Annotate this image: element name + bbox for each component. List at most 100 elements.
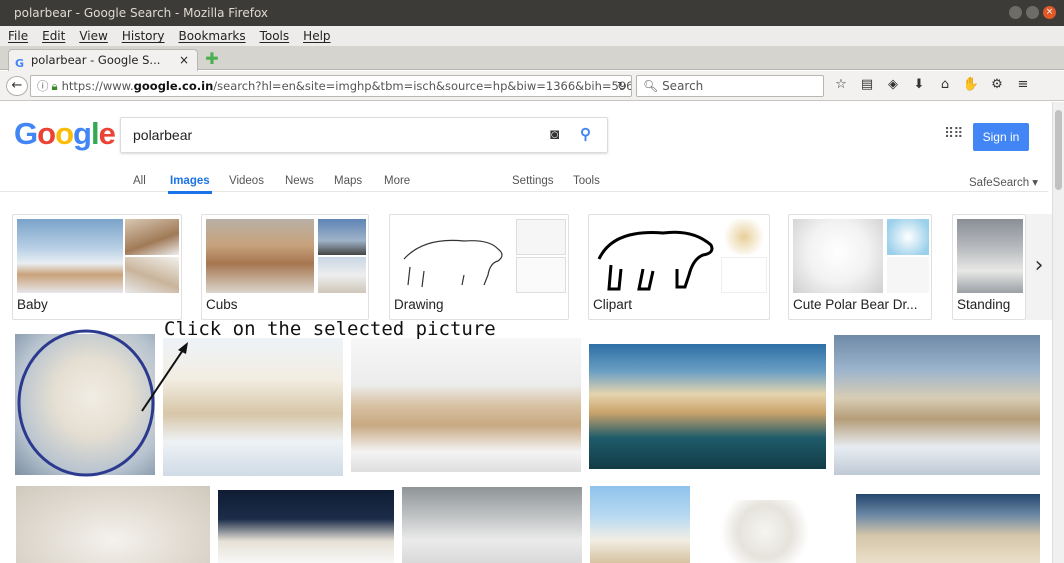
related-chip-drawing[interactable]: Drawing [389, 214, 569, 320]
tab-close-icon[interactable]: × [179, 50, 189, 70]
image-result[interactable] [351, 338, 581, 472]
menu-bookmarks[interactable]: Bookmarks [179, 29, 246, 43]
image-result[interactable] [16, 486, 210, 563]
image-result[interactable] [218, 490, 394, 563]
info-icon[interactable]: ⓘ [37, 79, 49, 93]
tab-tools[interactable]: Tools [573, 175, 600, 187]
logo-letter: o [37, 116, 56, 151]
tab-news[interactable]: News [285, 175, 314, 187]
logo-letter: g [73, 116, 92, 151]
tab-more[interactable]: More [384, 175, 410, 187]
new-tab-icon[interactable]: ✚ [204, 51, 220, 67]
tab-strip: G polarbear - Google S... × ✚ [0, 46, 1064, 71]
chip-thumbnail [793, 219, 883, 293]
related-chip-clipart[interactable]: Clipart [588, 214, 770, 320]
url-path: /search?hl=en&site=imghp&tbm=isch&source… [213, 79, 632, 93]
query-text: polarbear [133, 127, 193, 143]
url-bar[interactable]: ⓘ 🔒︎ https://www.google.co.in/search?hl=en… [30, 75, 632, 97]
menu-view[interactable]: View [79, 29, 107, 43]
annotation-text: Click on the selected picture [164, 318, 496, 340]
tab-maps[interactable]: Maps [334, 175, 362, 187]
chips-next-arrow-icon[interactable]: › [1026, 214, 1052, 320]
bear-clipart-icon [597, 230, 714, 291]
minimize-button[interactable] [1009, 6, 1022, 19]
image-result[interactable] [589, 344, 826, 469]
lock-icon: 🔒︎ [51, 79, 58, 93]
maximize-button[interactable] [1026, 6, 1039, 19]
chip-thumbnail [957, 219, 1023, 293]
sign-in-button[interactable]: Sign in [973, 123, 1029, 151]
home-icon[interactable]: ⌂ [936, 77, 954, 92]
downloads-icon[interactable]: ⬇ [910, 77, 928, 92]
scrollbar-thumb[interactable] [1055, 110, 1062, 190]
browser-window: { "window": { "title": "polarbear - Goog… [0, 0, 1064, 563]
window-title: polarbear - Google Search - Mozilla Fire… [14, 6, 269, 20]
camera-icon[interactable]: ◙ [550, 118, 559, 152]
menu-file[interactable]: File [8, 29, 28, 43]
chip-label: Baby [17, 297, 48, 312]
reload-icon[interactable]: ↻ [617, 76, 627, 96]
menu-bar: File Edit View History Bookmarks Tools H… [0, 26, 1064, 46]
chip-label: Cubs [206, 297, 238, 312]
logo-letter: e [98, 116, 116, 151]
image-result[interactable] [402, 487, 582, 563]
extension-icon[interactable]: ✋ [962, 77, 980, 92]
google-logo[interactable]: Google [14, 116, 116, 152]
related-chip-cute-polar-bear[interactable]: Cute Polar Bear Dr... [788, 214, 932, 320]
browser-search-input[interactable]: 🔍︎ Search [636, 75, 824, 97]
bookmark-star-icon[interactable]: ☆ [832, 77, 850, 92]
chip-thumbnail [516, 257, 566, 293]
logo-letter: l [90, 116, 100, 151]
tab-settings[interactable]: Settings [512, 175, 554, 187]
bear-sketch-icon [403, 239, 503, 288]
chip-label: Clipart [593, 297, 633, 312]
hamburger-menu-icon[interactable]: ≡ [1014, 77, 1032, 92]
browser-tab[interactable]: G polarbear - Google S... × [8, 49, 198, 71]
image-result[interactable] [163, 338, 343, 476]
window-close-button[interactable]: × [1043, 6, 1056, 19]
image-result[interactable] [15, 334, 155, 475]
image-result[interactable] [590, 486, 690, 563]
related-chip-cubs[interactable]: Cubs [201, 214, 369, 320]
chip-label: Standing [957, 297, 1011, 312]
chip-thumbnail [17, 219, 123, 293]
google-search-input[interactable]: polarbear ◙ ⚲ [120, 117, 608, 153]
reading-list-icon[interactable]: ▤ [858, 77, 876, 92]
image-result[interactable] [834, 335, 1040, 475]
chip-thumbnail [318, 257, 366, 293]
menu-edit[interactable]: Edit [42, 29, 65, 43]
tab-images[interactable]: Images [168, 175, 212, 194]
pocket-icon[interactable]: ◈ [884, 77, 902, 92]
related-chip-baby[interactable]: Baby [12, 214, 182, 320]
chip-thumbnail [206, 219, 314, 293]
url-prefix: https://www. [61, 79, 134, 93]
menu-help[interactable]: Help [303, 29, 330, 43]
chip-thumbnail [887, 219, 929, 255]
image-result[interactable] [856, 494, 1040, 563]
chip-label: Cute Polar Bear Dr... [793, 297, 918, 312]
chip-thumbnail [318, 219, 366, 255]
addon-icon[interactable]: ⚙ [988, 77, 1006, 92]
apps-grid-icon[interactable]: ⠿⠿ [944, 126, 963, 142]
image-result[interactable] [715, 500, 815, 563]
related-chip-standing[interactable]: Standing [952, 214, 1026, 320]
chip-thumbnail [593, 219, 717, 293]
search-tabs: All Images Videos News Maps More Setting… [0, 164, 1048, 194]
window-titlebar: polarbear - Google Search - Mozilla Fire… [0, 0, 1064, 26]
chip-thumbnail [721, 219, 767, 255]
page-scrollbar[interactable] [1052, 102, 1064, 563]
search-button-icon[interactable]: ⚲ [580, 118, 591, 152]
menu-tools[interactable]: Tools [260, 29, 290, 43]
tab-title: polarbear - Google S... [31, 53, 161, 67]
logo-letter: o [55, 116, 74, 151]
tab-all[interactable]: All [133, 175, 146, 187]
search-placeholder: Search [662, 79, 704, 93]
menu-history[interactable]: History [122, 29, 165, 43]
tab-videos[interactable]: Videos [229, 175, 264, 187]
chip-thumbnail [394, 219, 512, 293]
safesearch-dropdown[interactable]: SafeSearch ▾ [969, 175, 1038, 189]
chip-thumbnail [887, 257, 929, 293]
chip-label: Drawing [394, 297, 444, 312]
back-button[interactable]: ← [6, 76, 28, 96]
chip-thumbnail [125, 219, 179, 255]
